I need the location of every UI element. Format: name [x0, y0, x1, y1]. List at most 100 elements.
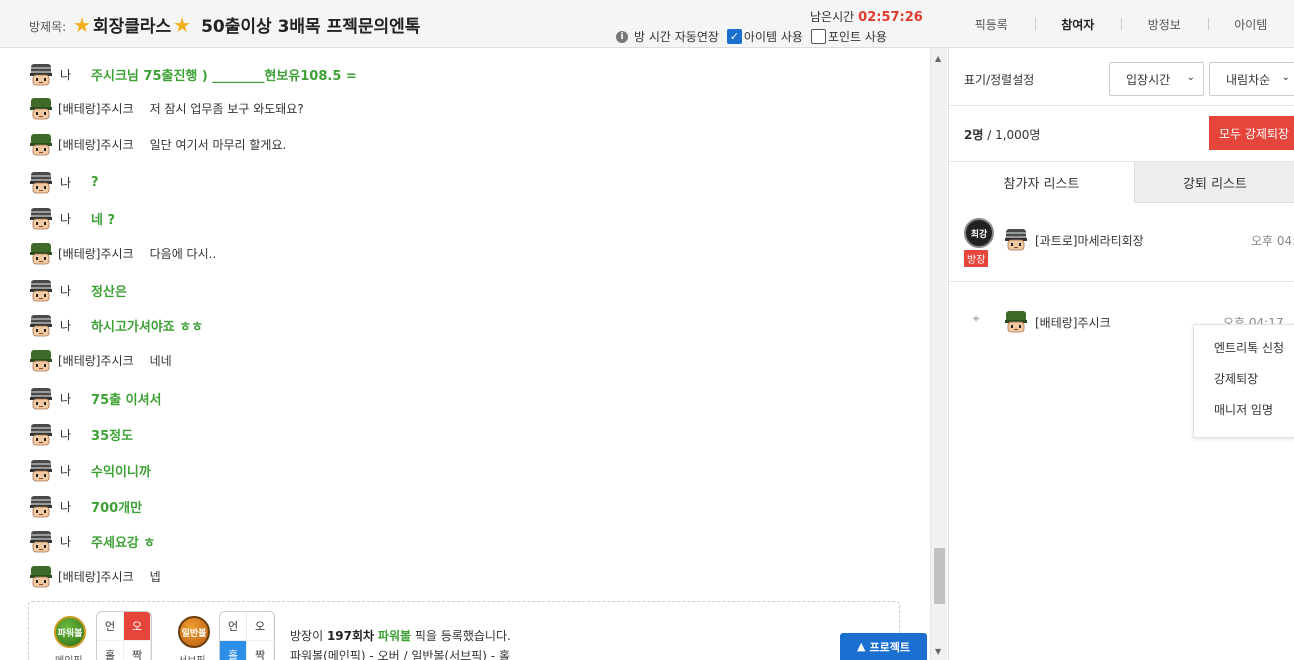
tab-participant-list[interactable]: 참가자 리스트 [949, 162, 1134, 203]
avatar[interactable] [28, 563, 54, 589]
chat-message: 나 75출 이셔서 [28, 384, 162, 412]
pick-cell: 언 [220, 612, 247, 641]
checkbox-empty-icon [810, 29, 826, 44]
chat-text: 수익이니까 [91, 464, 151, 480]
tab-items[interactable]: 아이템 [1207, 16, 1294, 33]
avatar[interactable] [28, 61, 54, 87]
avatar[interactable] [28, 312, 54, 338]
avatar[interactable] [28, 421, 54, 447]
chat-sender[interactable]: [배테랑]주시크 [58, 136, 134, 153]
info-icon: i [616, 30, 628, 43]
chat-sender[interactable]: 나 [60, 317, 71, 334]
pick-cell: 홀 [97, 641, 124, 660]
avatar[interactable] [28, 277, 54, 303]
chat-sender[interactable]: 나 [60, 174, 71, 191]
avatar[interactable] [28, 240, 54, 266]
remaining-time: 남은시간 02:57:26 [810, 8, 923, 25]
chat-sender[interactable]: [배테랑]주시크 [58, 352, 134, 369]
avatar [1003, 226, 1029, 256]
sort-settings-row: 표기/정렬설정 입장시간 ⌄ 내림차순 ⌄ [949, 48, 1294, 106]
chat-sender[interactable]: 나 [60, 66, 71, 83]
avatar[interactable] [28, 493, 54, 519]
participant-tabs: 참가자 리스트 강퇴 리스트 [949, 162, 1294, 203]
menu-item-appoint-manager[interactable]: 매니저 임명 [1194, 401, 1294, 432]
star-icon: ★ [73, 12, 91, 37]
pick-suffix: 픽을 등록했습니다. [414, 629, 511, 643]
avatar[interactable] [28, 528, 54, 554]
power-ball-icon: 파워볼 [54, 616, 86, 648]
chat-message: [배테랑]주시크 일단 여기서 마무리 할게요. [28, 130, 286, 158]
scroll-up-icon[interactable]: ▲ [935, 54, 941, 63]
chat-text: 주세요강 ㅎ [91, 535, 156, 551]
auto-extend-toggle[interactable]: i 방 시간 자동연장 [616, 28, 719, 45]
kick-all-button[interactable]: 모두 강제퇴장 [1209, 116, 1294, 150]
room-title: ★ 회장클라스 ★ 50출이상 3배목 프젝문의엔톡 [73, 12, 420, 38]
pin-icon[interactable]: ✦ [971, 312, 981, 326]
protect-button[interactable]: ▲ 프로젝트 [840, 633, 927, 660]
avatar[interactable] [28, 347, 54, 373]
participant-row-host[interactable]: 최강 방장 [과트로]마세라티회장 오후 04: [949, 210, 1294, 282]
avatar[interactable] [28, 205, 54, 231]
avatar [1003, 308, 1029, 338]
timer-label: 남은시간 [810, 10, 855, 24]
pick-cell: 오 [247, 612, 274, 641]
participant-count: 2명 / 1,000명 [964, 126, 1040, 143]
menu-item-entry-talk[interactable]: 엔트리톡 신청 [1194, 339, 1294, 370]
point-use-checkbox[interactable]: 포인트 사용 [810, 28, 887, 45]
sort-select-value: 입장시간 [1126, 72, 1171, 87]
pick-cell: 짝 [124, 641, 151, 660]
point-use-label: 포인트 사용 [827, 30, 887, 44]
chat-sender[interactable]: 나 [60, 533, 71, 550]
chat-sender[interactable]: 나 [60, 210, 71, 227]
order-select-value: 내림차순 [1226, 72, 1271, 87]
chat-sender[interactable]: 나 [60, 390, 71, 407]
count-current: 2명 [964, 128, 984, 142]
room-header: 방제목: ★ 회장클라스 ★ 50출이상 3배목 프젝문의엔톡 남은시간 02:5… [0, 0, 1294, 48]
chat-sender[interactable]: 나 [60, 282, 71, 299]
power-ball-pick-grid: 언 오 홀 짝 [96, 611, 152, 660]
tab-participants[interactable]: 참여자 [1034, 16, 1122, 33]
timer-value: 02:57:26 [858, 10, 923, 25]
avatar[interactable] [28, 169, 54, 195]
chat-sender[interactable]: 나 [60, 462, 71, 479]
triangle-up-icon: ▲ [857, 640, 866, 653]
chat-sender[interactable]: [배테랑]주시크 [58, 100, 134, 117]
scroll-down-icon[interactable]: ▼ [935, 647, 941, 656]
chat-text: 35정도 [91, 428, 134, 444]
order-select[interactable]: 내림차순 ⌄ [1209, 62, 1294, 96]
pick-cell: 짝 [247, 641, 274, 660]
chevron-down-icon: ⌄ [1281, 72, 1290, 83]
normal-ball-caption: 서브픽 [178, 652, 206, 660]
chat-message: 나 네 ? [28, 204, 115, 232]
chat-sender[interactable]: [배테랑]주시크 [58, 568, 134, 585]
participant-join-time: 오후 04: [1251, 234, 1294, 248]
avatar[interactable] [28, 457, 54, 483]
chat-sender[interactable]: [배테랑]주시크 [58, 245, 134, 262]
chat-text: 다음에 다시.. [149, 246, 217, 261]
chat-sender[interactable]: 나 [60, 498, 71, 515]
scroll-thumb[interactable] [934, 548, 945, 604]
checkmark-icon: ✓ [726, 29, 742, 44]
pick-round: 197회차 [326, 629, 375, 643]
chat-text: 75출 이셔서 [91, 392, 162, 408]
chat-text: 정산은 [91, 284, 127, 300]
pick-prefix: 방장이 [290, 629, 324, 643]
tab-pick-register[interactable]: 픽등록 [948, 16, 1035, 33]
chat-sender[interactable]: 나 [60, 426, 71, 443]
chat-text: 저 잠시 업무좀 보구 와도돼요? [149, 101, 304, 116]
chat-scrollbar[interactable]: ▲ ▼ [930, 48, 947, 660]
top-tabs: 픽등록 참여자 방정보 아이템 [948, 0, 1294, 48]
chat-text: ? [91, 174, 99, 190]
sort-select[interactable]: 입장시간 ⌄ [1109, 62, 1204, 96]
item-use-checkbox[interactable]: ✓ 아이템 사용 [726, 28, 803, 45]
avatar[interactable] [28, 95, 54, 121]
chat-text: 주시크님 75출진행 ) ________현보유108.5 = [91, 68, 357, 84]
menu-item-kick[interactable]: 강제퇴장 [1194, 370, 1294, 401]
normal-ball-icon: 일반볼 [178, 616, 210, 648]
tab-kick-list[interactable]: 강퇴 리스트 [1134, 162, 1294, 203]
tab-room-info[interactable]: 방정보 [1121, 16, 1208, 33]
pick-message-line1: 방장이 197회차 파워볼 픽을 등록했습니다. [290, 627, 511, 644]
chat-area[interactable]: 나 주시크님 75출진행 ) ________현보유108.5 = [배테랑]주시크… [0, 48, 930, 660]
avatar[interactable] [28, 131, 54, 157]
avatar[interactable] [28, 385, 54, 411]
